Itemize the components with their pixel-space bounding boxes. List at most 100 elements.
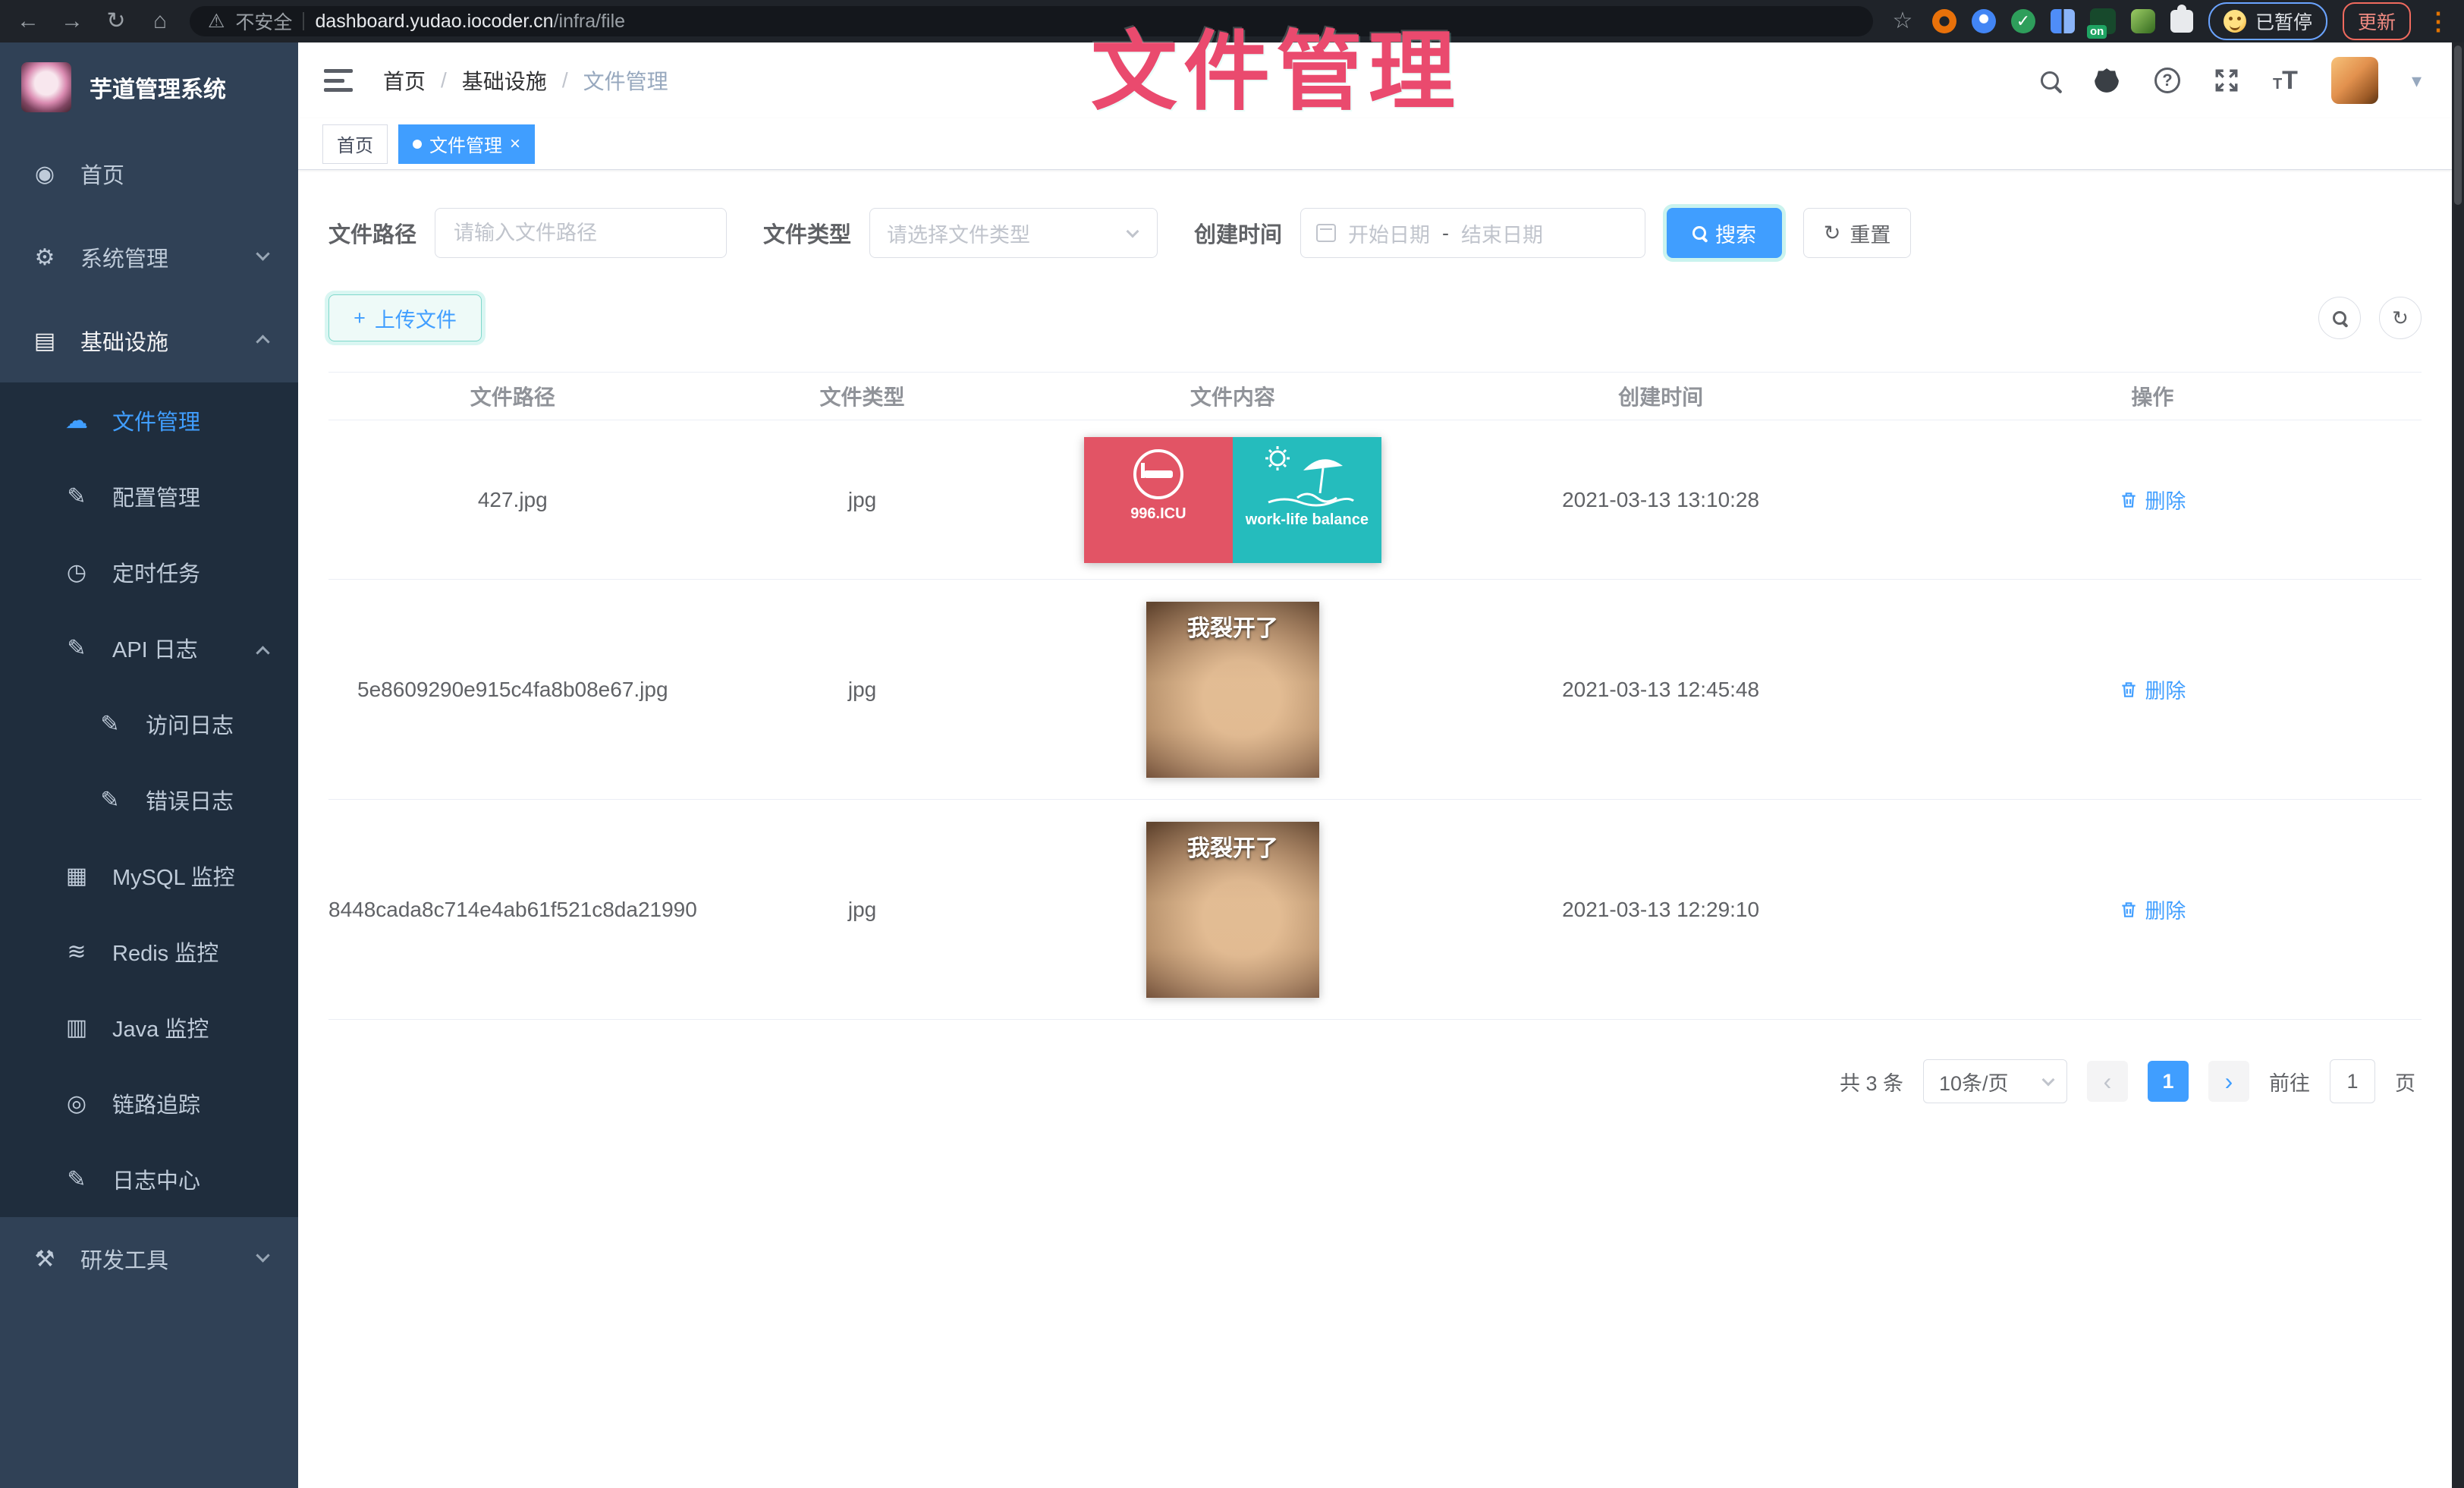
browser-menu-icon[interactable]: ⋮ xyxy=(2426,7,2450,36)
file-preview-image[interactable]: 我裂开了 xyxy=(1146,822,1319,998)
toggle-search-button[interactable] xyxy=(2318,297,2361,339)
sidebar-item-error-log[interactable]: ✎ 错误日志 xyxy=(0,762,298,838)
prev-page-button[interactable]: ‹ xyxy=(2087,1061,2128,1102)
browser-update-button[interactable]: 更新 xyxy=(2343,2,2411,40)
browser-home-icon[interactable]: ⌂ xyxy=(146,10,174,33)
sidebar-item-trace[interactable]: ◎ 链路追踪 xyxy=(0,1065,298,1141)
cell-file-content: 我裂开了 xyxy=(1028,602,1438,778)
paused-extension-pill[interactable]: 已暂停 xyxy=(2208,2,2327,40)
app-title: 芋道管理系统 xyxy=(90,71,226,104)
breadcrumb-home[interactable]: 首页 xyxy=(383,65,426,96)
chevron-down-icon xyxy=(1127,225,1139,238)
tag-home[interactable]: 首页 xyxy=(322,124,388,164)
sidebar-item-label: MySQL 监控 xyxy=(112,860,235,892)
page-watermark-title: 文件管理 xyxy=(1091,2,1461,127)
sidebar-item-access-log[interactable]: ✎ 访问日志 xyxy=(0,686,298,762)
extension-switch-icon[interactable]: on xyxy=(2090,8,2116,34)
extension-grid-icon[interactable] xyxy=(2051,9,2075,33)
file-type-select[interactable]: 请选择文件类型 xyxy=(869,208,1158,258)
url-host: dashboard.yudao.iocoder.cn xyxy=(315,11,553,32)
page-content: 文件路径 文件类型 请选择文件类型 创建时间 开始日期 - 结束日期 搜索 xyxy=(298,170,2452,1103)
extension-gear-icon[interactable] xyxy=(1932,9,1956,33)
sidebar-logo-row[interactable]: 芋道管理系统 xyxy=(0,42,298,132)
file-path-input-wrap xyxy=(435,208,727,258)
sidebar-item-mysql-monitor[interactable]: ▦ MySQL 监控 xyxy=(0,838,298,914)
delete-button[interactable]: 删除 xyxy=(2119,485,2186,514)
sidebar-item-redis-monitor[interactable]: ≋ Redis 监控 xyxy=(0,914,298,989)
extension-pin-icon[interactable] xyxy=(1972,9,1996,33)
monitor-icon: ▥ xyxy=(64,1015,90,1041)
breadcrumb-current: 文件管理 xyxy=(583,65,668,96)
scrollbar-thumb[interactable] xyxy=(2454,46,2462,205)
sidebar-item-home[interactable]: ◉ 首页 xyxy=(0,132,298,215)
refresh-table-button[interactable]: ↻ xyxy=(2379,297,2422,339)
search-button[interactable]: 搜索 xyxy=(1667,208,1782,258)
tag-label: 首页 xyxy=(337,131,373,157)
file-preview-image[interactable]: 我裂开了 xyxy=(1146,602,1319,778)
start-date-placeholder: 开始日期 xyxy=(1348,219,1430,248)
close-icon[interactable]: × xyxy=(510,134,520,155)
sidebar-item-file-manage[interactable]: ☁ 文件管理 xyxy=(0,382,298,458)
avatar-caret-icon[interactable]: ▾ xyxy=(2412,69,2422,93)
browser-forward-icon[interactable]: → xyxy=(58,10,86,33)
next-page-button[interactable]: › xyxy=(2208,1061,2249,1102)
chevron-down-icon xyxy=(2042,1074,2055,1087)
main-area: 首页 / 基础设施 / 文件管理 ? TT ▾ xyxy=(298,42,2452,1488)
sidebar-toggle-icon[interactable] xyxy=(324,69,353,92)
security-warning-icon[interactable]: ⚠ xyxy=(208,10,225,33)
github-icon[interactable] xyxy=(2092,66,2121,95)
sidebar-item-label: API 日志 xyxy=(112,632,198,664)
reset-button-label: 重置 xyxy=(1850,219,1890,248)
preview-996-panel: 996.ICU xyxy=(1084,437,1233,563)
bookmark-star-icon[interactable]: ☆ xyxy=(1888,10,1917,33)
goto-page-input[interactable] xyxy=(2330,1059,2375,1103)
extension-leaf-icon[interactable] xyxy=(2131,9,2155,33)
search-button-label: 搜索 xyxy=(1715,219,1756,248)
security-label: 不安全 xyxy=(235,8,292,35)
beach-illustration-icon xyxy=(1258,445,1356,510)
page-number-label: 1 xyxy=(2162,1070,2173,1093)
file-path-input[interactable] xyxy=(454,222,708,245)
sidebar-item-api-log[interactable]: ✎ API 日志 xyxy=(0,610,298,686)
user-avatar[interactable] xyxy=(2331,57,2378,104)
total-count: 共 3 条 xyxy=(1840,1067,1903,1096)
next-icon: › xyxy=(2225,1068,2233,1096)
reset-button[interactable]: ↻ 重置 xyxy=(1803,208,1911,258)
extension-check-icon[interactable]: ✓ xyxy=(2011,9,2035,33)
page-size-select[interactable]: 10条/页 xyxy=(1923,1059,2067,1103)
sidebar-item-system[interactable]: ⚙ 系统管理 xyxy=(0,215,298,299)
breadcrumb-infra[interactable]: 基础设施 xyxy=(462,65,547,96)
sidebar-item-label: 系统管理 xyxy=(80,241,168,273)
sidebar-item-config[interactable]: ✎ 配置管理 xyxy=(0,458,298,534)
upload-file-button[interactable]: + 上传文件 xyxy=(328,294,482,341)
url-text: dashboard.yudao.iocoder.cn/infra/file xyxy=(315,11,625,33)
table-toolbar: + 上传文件 ↻ xyxy=(328,294,2422,341)
browser-back-icon[interactable]: ← xyxy=(14,10,42,33)
file-preview-image[interactable]: 996.ICU xyxy=(1084,437,1381,563)
sidebar: 芋道管理系统 ◉ 首页 ⚙ 系统管理 ▤ 基础设施 ☁ 文件管理 ✎ 配置管理 … xyxy=(0,42,298,1488)
page-scrollbar[interactable] xyxy=(2452,42,2464,1488)
help-icon[interactable]: ? xyxy=(2154,68,2180,93)
delete-button[interactable]: 删除 xyxy=(2119,895,2186,924)
address-bar[interactable]: ⚠ 不安全 dashboard.yudao.iocoder.cn/infra/f… xyxy=(190,6,1873,36)
sidebar-item-infra[interactable]: ▤ 基础设施 xyxy=(0,299,298,382)
pagination: 共 3 条 10条/页 ‹ 1 › 前往 页 xyxy=(328,1059,2422,1103)
sidebar-item-dev-tools[interactable]: ⚒ 研发工具 xyxy=(0,1217,298,1301)
fullscreen-icon[interactable] xyxy=(2214,68,2239,93)
date-range-picker[interactable]: 开始日期 - 结束日期 xyxy=(1300,208,1645,258)
tag-file-manage[interactable]: 文件管理 × xyxy=(398,124,535,164)
font-size-icon[interactable]: TT xyxy=(2273,66,2298,96)
sidebar-item-cron-job[interactable]: ◷ 定时任务 xyxy=(0,534,298,610)
page-number-1[interactable]: 1 xyxy=(2148,1061,2189,1102)
browser-reload-icon[interactable]: ↻ xyxy=(102,10,130,33)
extensions-puzzle-icon[interactable] xyxy=(2170,10,2193,33)
refresh-icon: ↻ xyxy=(1824,222,1841,245)
table-row: 5e8609290e915c4fa8b08e67.jpg jpg 我裂开了 20… xyxy=(328,580,2422,800)
sidebar-item-log-center[interactable]: ✎ 日志中心 xyxy=(0,1141,298,1217)
search-icon[interactable] xyxy=(2041,71,2059,90)
sidebar-submenu-infra: ☁ 文件管理 ✎ 配置管理 ◷ 定时任务 ✎ API 日志 ✎ 访问日志 ✎ 错… xyxy=(0,382,298,1217)
sidebar-item-java-monitor[interactable]: ▥ Java 监控 xyxy=(0,989,298,1065)
delete-button[interactable]: 删除 xyxy=(2119,675,2186,704)
meme-caption: 我裂开了 xyxy=(1146,609,1319,643)
file-table: 文件路径 文件类型 文件内容 创建时间 操作 427.jpg jpg 996.I… xyxy=(328,372,2422,1020)
